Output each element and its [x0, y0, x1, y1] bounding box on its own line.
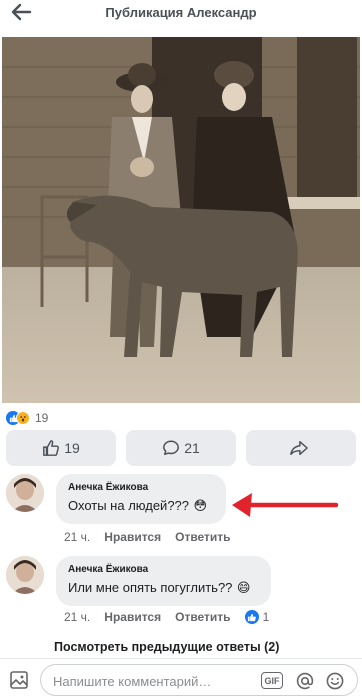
photo-gallery-icon[interactable]	[8, 669, 30, 696]
comment-button[interactable]: 21	[126, 430, 236, 466]
post-photo[interactable]	[2, 37, 360, 403]
comment-emoji: 😳	[193, 498, 208, 513]
comment-composer: GIF	[0, 658, 362, 700]
comment-count: 21	[184, 440, 200, 456]
comment-like-link[interactable]: Нравится	[104, 610, 161, 624]
like-reaction-icon	[244, 610, 259, 624]
comment-meta: 21 ч. Нравится Ответить	[64, 530, 245, 544]
avatar[interactable]	[6, 556, 44, 594]
comment-meta: 21 ч. Нравится Ответить 1	[64, 610, 297, 624]
reaction-count: 19	[35, 411, 49, 425]
comment-input[interactable]	[53, 672, 243, 690]
wow-reaction-icon	[16, 411, 30, 425]
page-title: Публикация Александр	[105, 5, 257, 20]
comment-bubble[interactable]: Анечка Ёжикова Охоты на людей??? 😳	[56, 474, 226, 524]
comment-item: Анечка Ёжикова Охоты на людей??? 😳 21 ч.…	[6, 474, 356, 549]
gif-button[interactable]: GIF	[261, 672, 283, 689]
comment-reply-link[interactable]: Ответить	[175, 610, 230, 624]
comment-reply-link[interactable]: Ответить	[175, 530, 230, 544]
comment-item: Анечка Ёжикова Или мне опять погуглить??…	[6, 556, 356, 628]
reactions-summary[interactable]: 19	[6, 410, 48, 426]
emoji-icon[interactable]	[325, 671, 345, 691]
comment-author[interactable]: Анечка Ёжикова	[68, 482, 214, 493]
comment-like-count: 1	[262, 610, 270, 624]
comment-like-link[interactable]: Нравится	[104, 530, 161, 544]
mention-icon[interactable]	[295, 671, 315, 691]
top-bar: Публикация Александр	[0, 0, 362, 30]
like-button[interactable]: 19	[6, 430, 116, 466]
share-arrow-icon	[290, 440, 308, 456]
comment-likes[interactable]: 1	[244, 610, 284, 624]
post-actions: 19 21	[6, 430, 356, 466]
share-button[interactable]	[246, 430, 356, 466]
comment-emoji: 😄	[236, 580, 251, 595]
comment-author[interactable]: Анечка Ёжикова	[68, 564, 259, 575]
thumbs-up-icon	[43, 440, 60, 456]
comment-text: Или мне опять погуглить??	[68, 580, 233, 595]
avatar[interactable]	[6, 474, 44, 512]
red-arrow-annotation	[232, 493, 339, 517]
view-previous-replies-link[interactable]: Посмотреть предыдущие ответы (2)	[54, 640, 279, 654]
comment-bubble[interactable]: Анечка Ёжикова Или мне опять погуглить??…	[56, 556, 271, 606]
comment-input-box[interactable]: GIF	[40, 664, 358, 696]
comment-time: 21 ч.	[64, 610, 91, 624]
comment-bubble-icon	[163, 440, 180, 456]
like-count: 19	[64, 440, 80, 456]
comment-text: Охоты на людей???	[68, 498, 190, 513]
comment-time: 21 ч.	[64, 530, 91, 544]
